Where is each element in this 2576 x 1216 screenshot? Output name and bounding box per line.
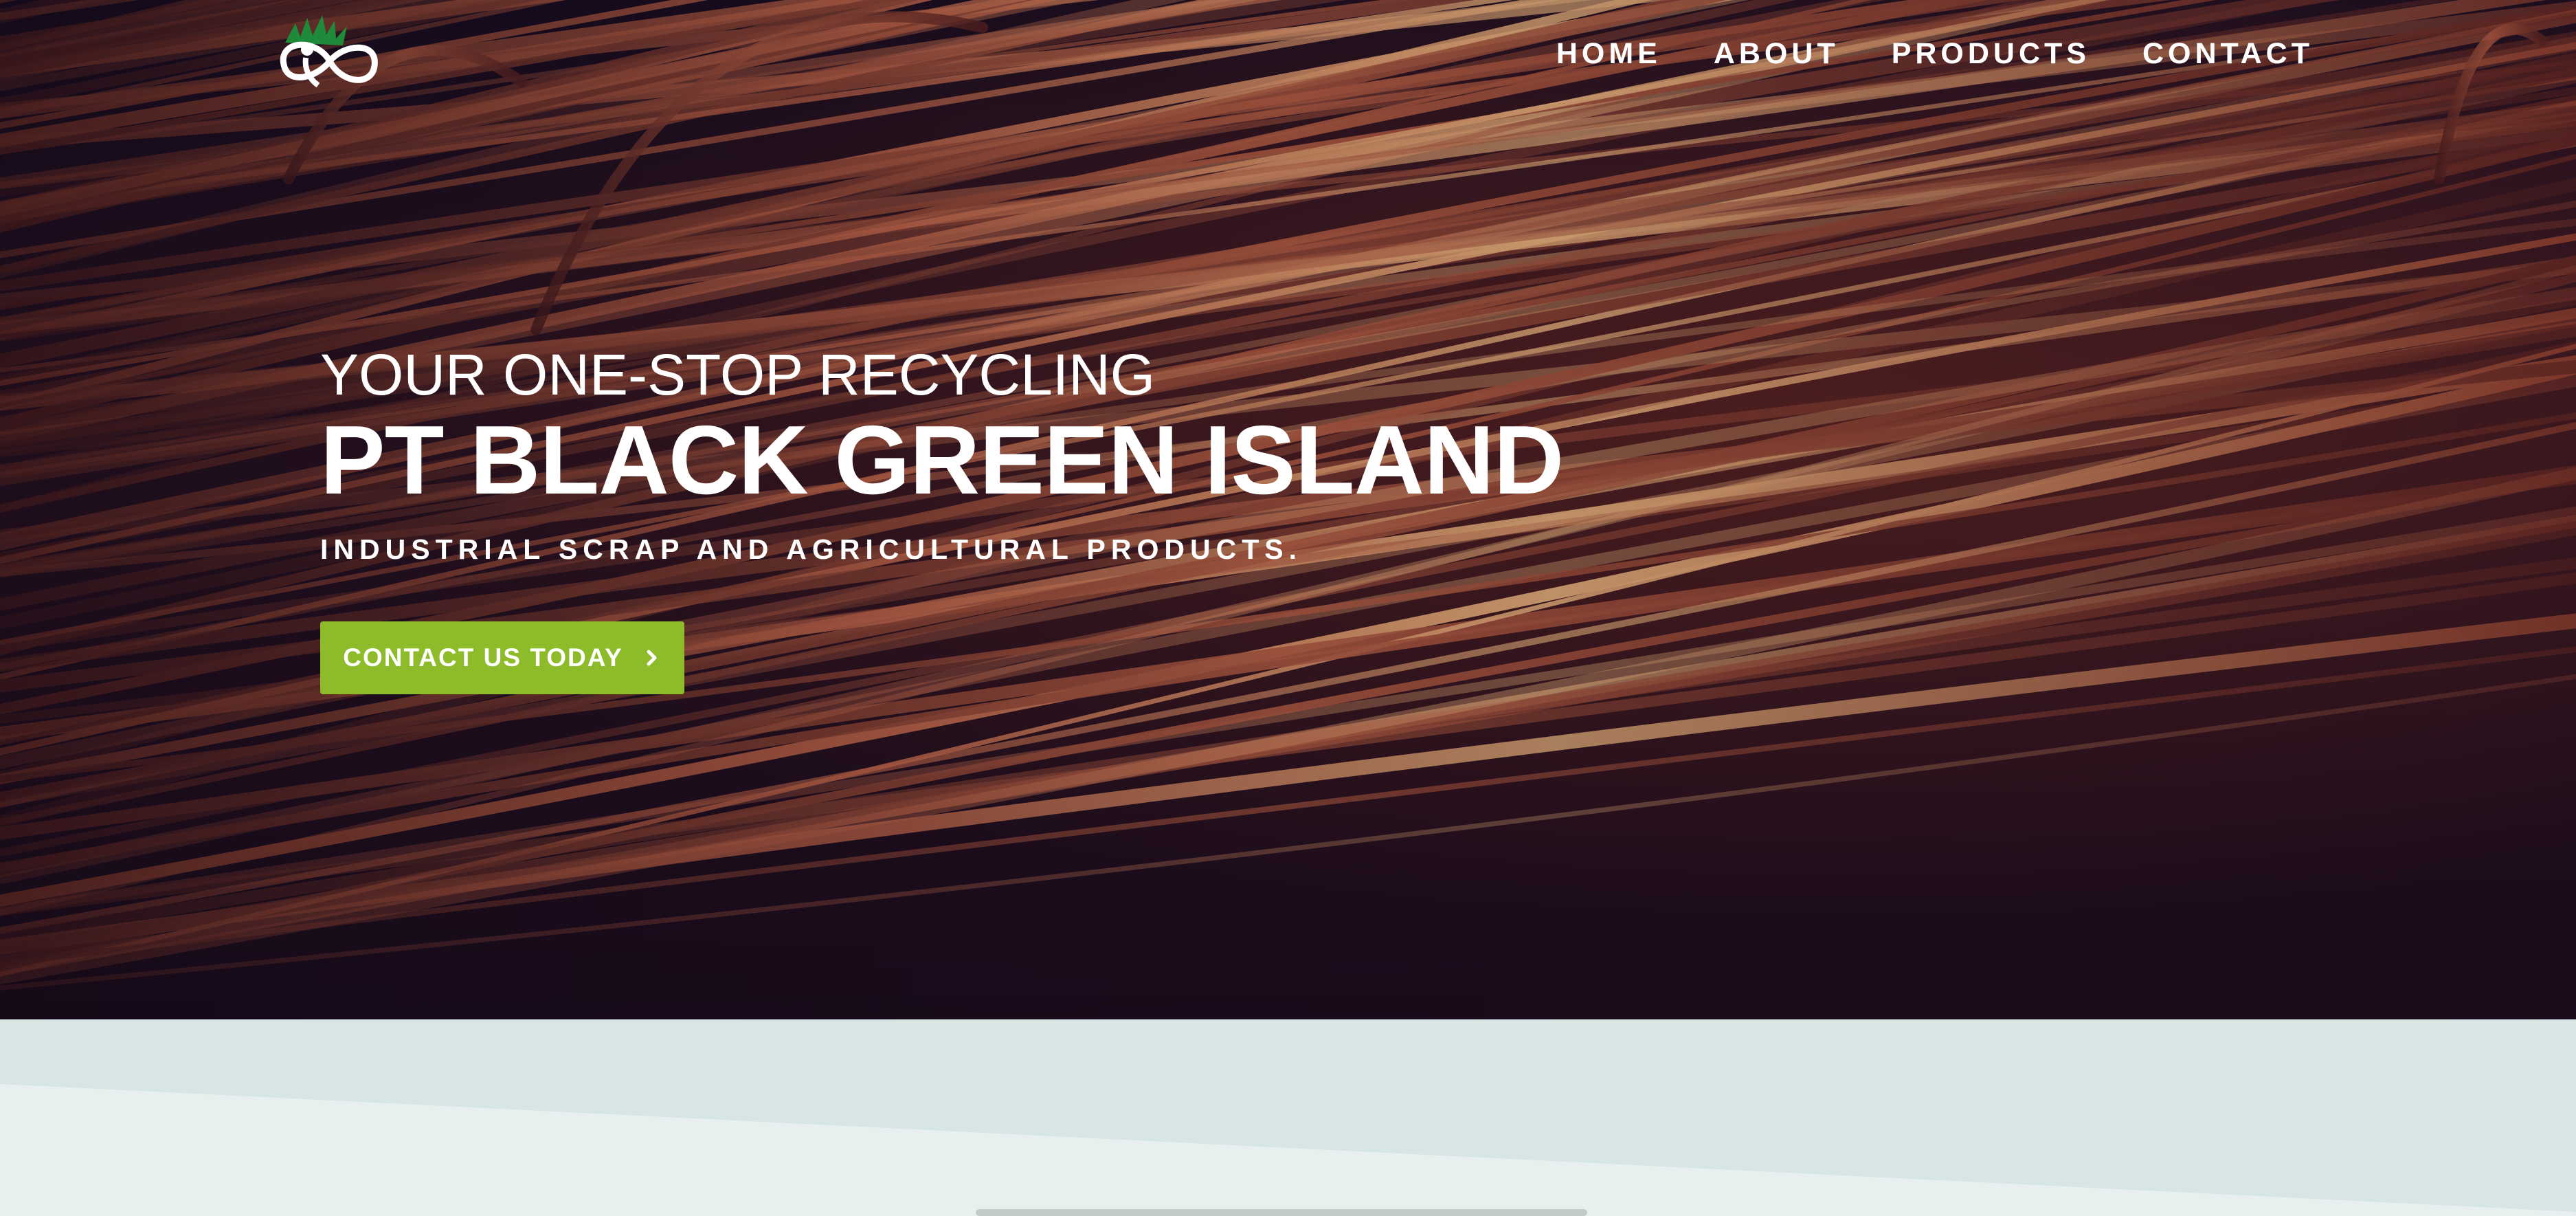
hero-subline: INDUSTRIAL SCRAP AND AGRICULTURAL PRODUC… [320,533,1302,565]
nav-contact[interactable]: CONTACT [2142,33,2314,74]
contact-us-button[interactable]: CONTACT US TODAY [320,621,684,694]
hero-headline: PT BLACK GREEN ISLAND [320,406,1564,515]
hero-section: HOME ABOUT PRODUCTS CONTACT YOUR ONE-STO… [0,0,2576,1019]
hero-text-block: YOUR ONE-STOP RECYCLING PT BLACK GREEN I… [320,340,1564,570]
main-nav: HOME ABOUT PRODUCTS CONTACT [1556,33,2314,74]
angled-divider [0,1019,2576,1216]
section-divider-band [0,1019,2576,1216]
nav-home[interactable]: HOME [1556,33,1661,74]
brand-logo[interactable] [265,10,388,99]
nav-about[interactable]: ABOUT [1714,33,1839,74]
nav-products[interactable]: PRODUCTS [1892,33,2090,74]
chevron-right-icon [647,650,657,666]
hero-tagline: YOUR ONE-STOP RECYCLING [320,342,1156,407]
contact-us-button-label: CONTACT US TODAY [343,643,623,672]
